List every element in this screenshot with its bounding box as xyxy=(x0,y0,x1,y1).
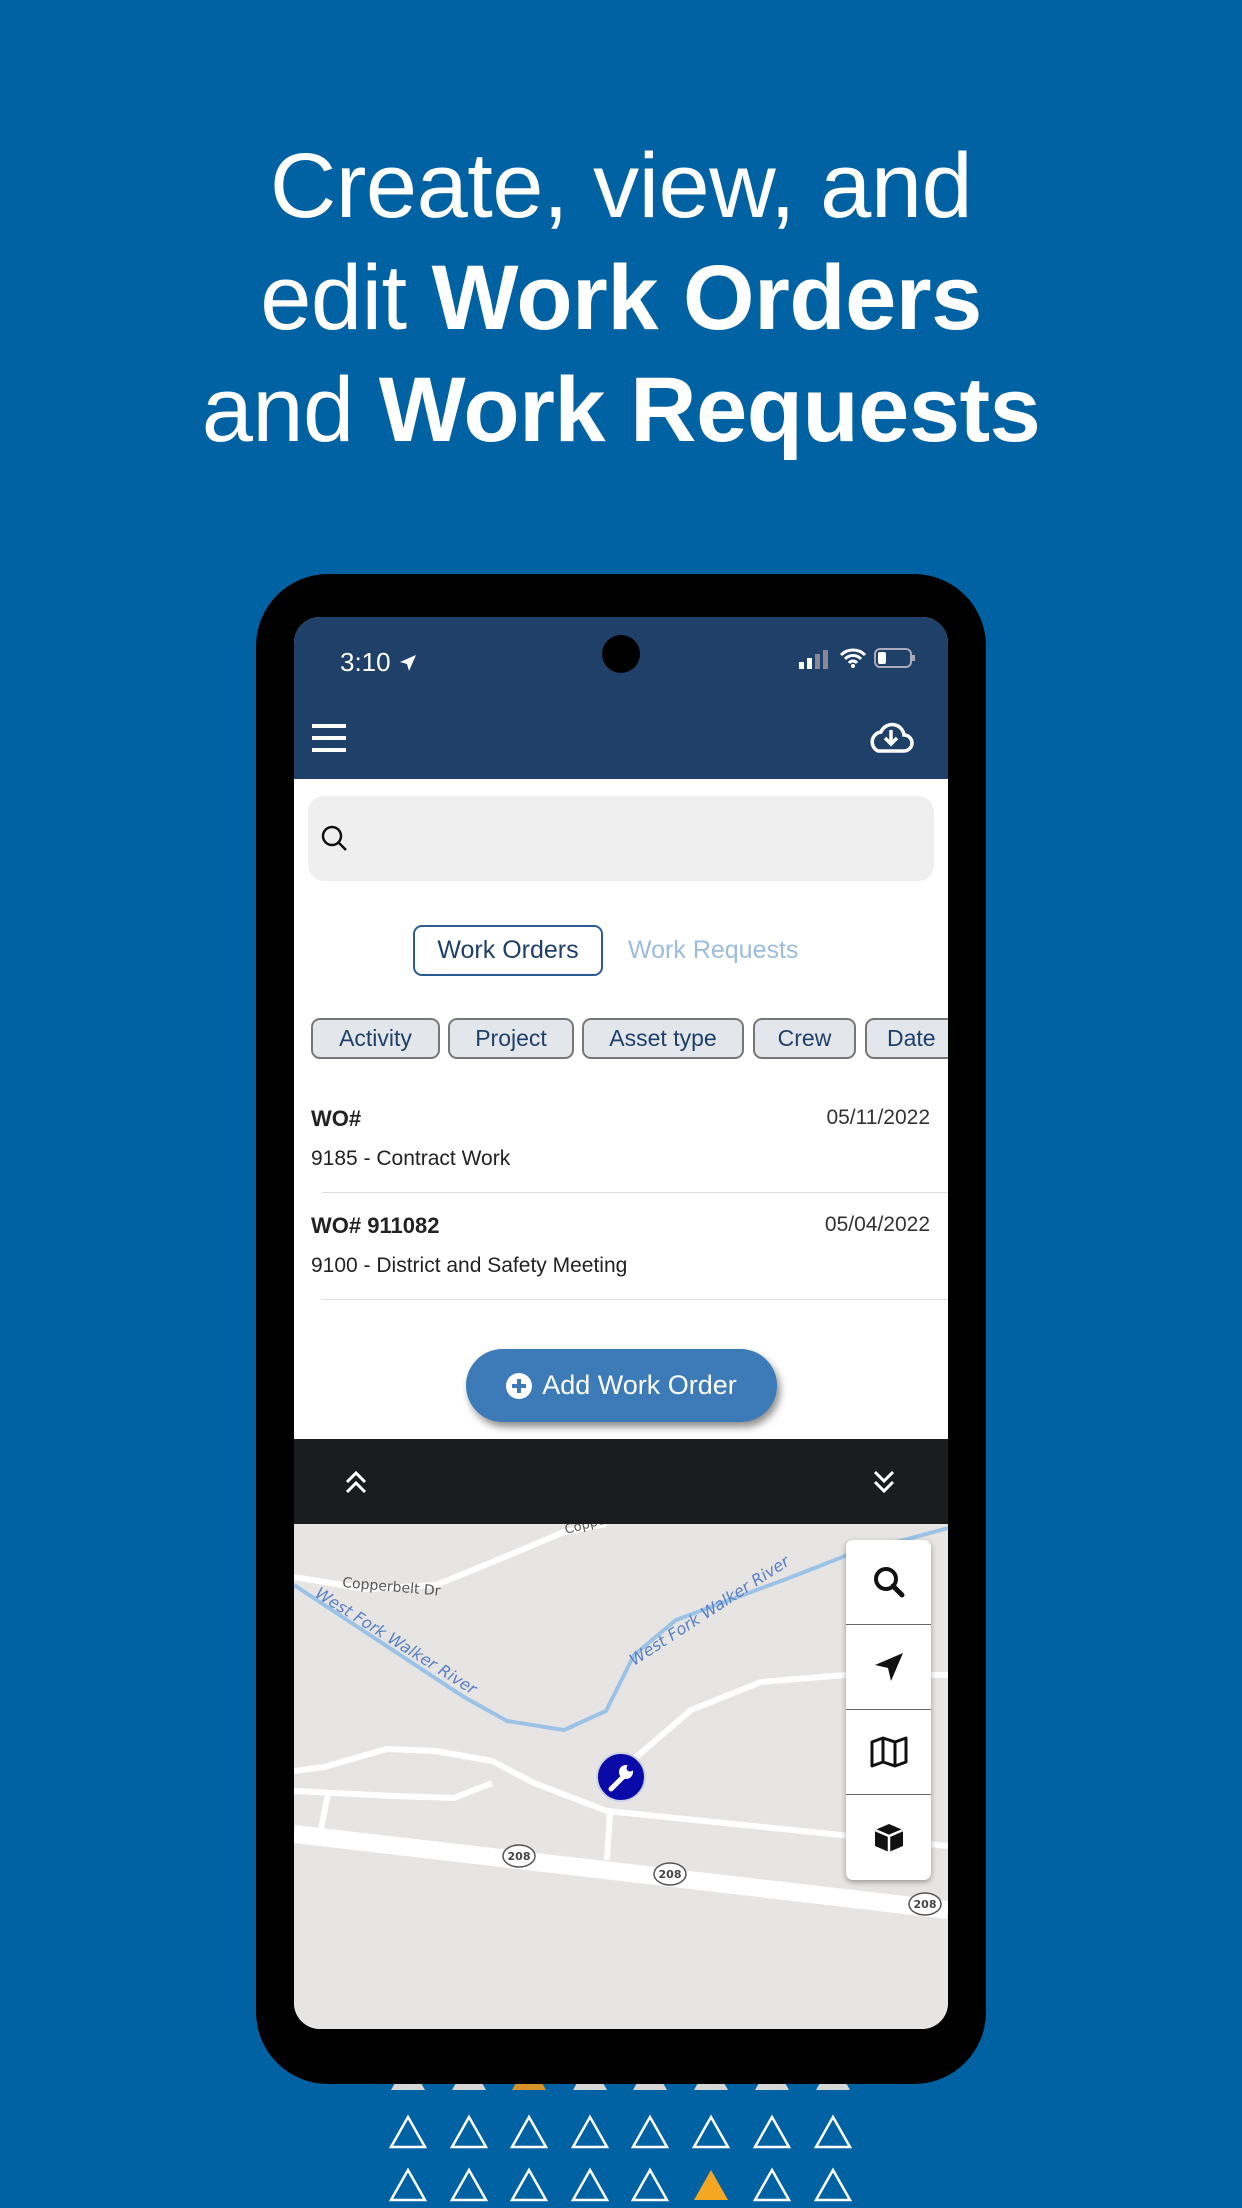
wo-activity: 9100 - District and Safety Meeting xyxy=(311,1254,628,1277)
panel-resize-bar xyxy=(294,1439,948,1524)
work-order-marker-wrench-icon[interactable] xyxy=(596,1752,646,1802)
wo-date: 05/11/2022 xyxy=(826,1106,930,1129)
status-time: 3:10 xyxy=(340,647,418,678)
headline: Create, view, and edit Work Orders and W… xyxy=(0,130,1242,466)
search-icon xyxy=(873,1567,904,1598)
route-shield: 208 xyxy=(502,1844,536,1868)
chevron-double-down-icon[interactable] xyxy=(872,1469,896,1495)
map-icon xyxy=(870,1736,907,1768)
pattern-triangle xyxy=(694,2170,728,2200)
wo-date: 05/04/2022 xyxy=(824,1213,930,1236)
cloud-download-icon[interactable] xyxy=(866,717,914,757)
filter-crew[interactable]: Crew xyxy=(753,1018,856,1059)
plus-circle-icon xyxy=(506,1372,533,1399)
pattern-triangle xyxy=(449,2114,489,2149)
river-label: West Fork Walker River xyxy=(626,1551,794,1669)
pattern-triangle xyxy=(449,2167,489,2202)
wo-activity: 9185 - Contract Work xyxy=(311,1147,511,1170)
pattern-triangle xyxy=(813,2114,853,2149)
pattern-triangle xyxy=(630,2167,670,2202)
map-view[interactable]: Copperbelt Dr Copperb West Fork Walker R… xyxy=(294,1524,948,2029)
river-label: West Fork Walker River xyxy=(312,1583,482,1699)
pattern-triangle xyxy=(752,2167,792,2202)
svg-text:208: 208 xyxy=(659,1868,682,1881)
work-order-row[interactable]: WO# 05/11/2022 9185 - Contract Work xyxy=(294,1086,948,1193)
location-arrow-icon xyxy=(399,655,416,671)
battery-icon xyxy=(874,648,915,668)
add-work-order-button[interactable]: Add Work Order xyxy=(466,1349,777,1422)
pattern-triangle xyxy=(570,2167,610,2202)
pattern-triangle xyxy=(570,2114,610,2149)
headline-bold: Work Requests xyxy=(378,359,1041,461)
hamburger-icon[interactable] xyxy=(312,724,346,752)
tab-work-requests[interactable]: Work Requests xyxy=(628,925,798,976)
chevron-double-up-icon[interactable] xyxy=(344,1469,368,1495)
map-search-button[interactable] xyxy=(846,1540,931,1625)
search-input[interactable] xyxy=(308,796,934,881)
app-header: 3:10 xyxy=(294,617,948,779)
my-location-button[interactable] xyxy=(846,1625,931,1710)
pattern-triangle xyxy=(813,2167,853,2202)
filter-date[interactable]: Date xyxy=(865,1018,948,1059)
pattern-triangle xyxy=(752,2114,792,2149)
pattern-triangle xyxy=(388,2167,428,2202)
wo-number: WO# 911082 xyxy=(311,1213,440,1238)
basemap-button[interactable] xyxy=(846,1710,931,1795)
headline-line-3: and Work Requests xyxy=(0,354,1242,466)
route-shield: 208 xyxy=(908,1892,942,1916)
svg-text:208: 208 xyxy=(914,1898,937,1911)
time-text: 3:10 xyxy=(340,647,391,677)
camera-cutout xyxy=(602,635,640,673)
add-button-label: Add Work Order xyxy=(542,1370,737,1400)
phone-screen: 3:10 Work Orders Work Requests Activity … xyxy=(294,617,948,2029)
pattern-triangle xyxy=(691,2114,731,2149)
tab-work-orders[interactable]: Work Orders xyxy=(413,925,603,976)
pattern-triangle xyxy=(509,2167,549,2202)
road xyxy=(604,1810,613,1861)
headline-line-1: Create, view, and xyxy=(269,135,973,237)
filter-activity[interactable]: Activity xyxy=(311,1018,440,1059)
road-label: Copperbelt Dr xyxy=(342,1575,442,1600)
road xyxy=(318,1793,331,1830)
divider xyxy=(322,1299,948,1300)
pattern-triangle xyxy=(388,2114,428,2149)
pattern-triangle xyxy=(509,2114,549,2149)
headline-text: edit xyxy=(260,247,432,349)
navigate-icon xyxy=(874,1653,903,1681)
road-label: Copperb xyxy=(563,1524,620,1538)
map-controls xyxy=(846,1540,931,1880)
search-icon xyxy=(321,825,347,851)
svg-text:208: 208 xyxy=(508,1850,531,1863)
work-order-row[interactable]: WO# 911082 05/04/2022 9100 - District an… xyxy=(294,1193,948,1300)
filter-project[interactable]: Project xyxy=(448,1018,574,1059)
filter-asset-type[interactable]: Asset type xyxy=(582,1018,744,1059)
road xyxy=(294,1780,494,1802)
headline-bold: Work Orders xyxy=(431,247,983,349)
route-shield: 208 xyxy=(653,1862,687,1886)
headline-line-2: edit Work Orders xyxy=(0,242,1242,354)
headline-text: and xyxy=(201,359,379,461)
wo-number: WO# xyxy=(311,1106,362,1131)
pattern-triangle xyxy=(630,2114,670,2149)
signal-icon xyxy=(799,650,828,669)
layers-3d-button[interactable] xyxy=(846,1795,931,1880)
cube-icon xyxy=(874,1823,903,1852)
road xyxy=(294,1524,607,1593)
wifi-icon xyxy=(839,648,867,668)
